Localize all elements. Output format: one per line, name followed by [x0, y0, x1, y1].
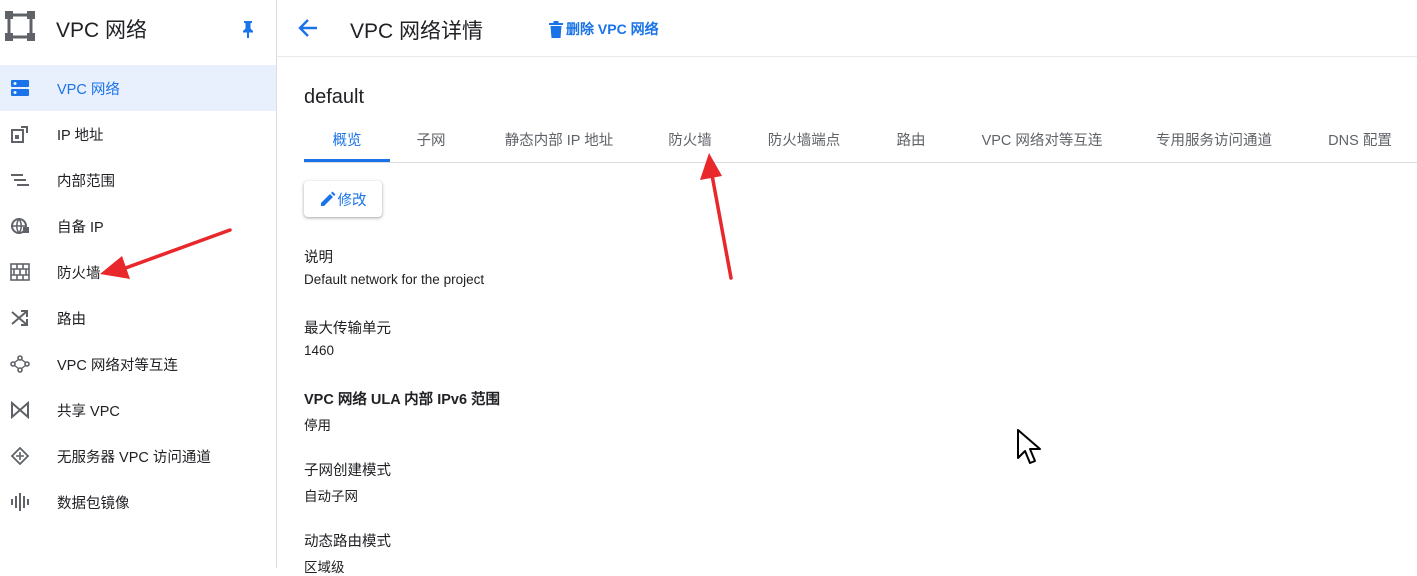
tab-firewall-endpoints[interactable]: 防火墙端点	[760, 122, 848, 162]
ip-address-icon	[11, 126, 28, 143]
sidebar-item-firewall[interactable]: 防火墙	[0, 249, 276, 295]
sidebar-item-label: 路由	[57, 311, 86, 328]
tab-firewall[interactable]: 防火墙	[660, 122, 720, 162]
pencil-icon	[320, 191, 335, 206]
vpc-product-icon	[5, 11, 35, 41]
back-arrow-icon[interactable]	[297, 17, 319, 39]
sidebar-item-label: 共享 VPC	[57, 403, 120, 420]
sidebar-item-routes[interactable]: 路由	[0, 295, 276, 341]
edit-button[interactable]: 修改	[304, 181, 382, 217]
sidebar-item-label: 数据包镜像	[57, 495, 130, 512]
vpc-network-icon	[11, 80, 29, 96]
subnet-mode-value: 自动子网	[304, 489, 358, 504]
tab-dns-config[interactable]: DNS 配置	[1324, 122, 1396, 162]
sidebar-item-label: VPC 网络	[57, 81, 120, 98]
packet-mirroring-icon	[11, 493, 29, 511]
tab-overview[interactable]: 概览	[304, 122, 390, 162]
page-title: VPC 网络详情	[350, 20, 484, 43]
tab-private-service-access[interactable]: 专用服务访问通道	[1150, 122, 1278, 162]
trash-icon	[549, 20, 563, 38]
ula-ipv6-value: 停用	[304, 418, 331, 433]
delete-vpc-button[interactable]: 删除 VPC 网络	[549, 18, 659, 40]
dynamic-routing-label: 动态路由模式	[304, 534, 391, 550]
mouse-cursor-icon	[1017, 429, 1041, 464]
tab-vpc-peering[interactable]: VPC 网络对等互连	[974, 122, 1110, 162]
dynamic-routing-value: 区域级	[304, 560, 345, 575]
sidebar-item-label: 自备 IP	[57, 219, 104, 236]
sidebar-item-vpc-networks[interactable]: VPC 网络	[0, 65, 276, 111]
sidebar-item-vpc-peering[interactable]: VPC 网络对等互连	[0, 341, 276, 387]
mtu-value: 1460	[304, 343, 335, 358]
sidebar-item-serverless-access[interactable]: 无服务器 VPC 访问通道	[0, 433, 276, 479]
sidebar-item-label: VPC 网络对等互连	[57, 357, 178, 374]
firewall-icon	[10, 263, 30, 281]
description-label: 说明	[304, 250, 333, 266]
shared-vpc-icon	[11, 401, 29, 419]
sidebar-item-internal-ranges[interactable]: 内部范围	[0, 157, 276, 203]
serverless-access-icon	[10, 447, 30, 465]
pin-icon[interactable]	[240, 20, 256, 38]
tab-static-internal-ip[interactable]: 静态内部 IP 地址	[492, 122, 626, 162]
sidebar-title: VPC 网络	[56, 19, 148, 42]
mtu-label: 最大传输单元	[304, 321, 391, 337]
byoip-globe-icon	[11, 218, 29, 234]
tab-bar: 概览 子网 静态内部 IP 地址 防火墙 防火墙端点 路由 VPC 网络对等互连…	[304, 122, 1417, 163]
peering-icon	[10, 355, 30, 373]
description-value: Default network for the project	[304, 272, 485, 287]
tab-routes[interactable]: 路由	[888, 122, 934, 162]
ula-ipv6-label: VPC 网络 ULA 内部 IPv6 范围	[304, 392, 501, 408]
tab-subnets[interactable]: 子网	[408, 122, 454, 162]
sidebar-item-label: 无服务器 VPC 访问通道	[57, 449, 211, 466]
routes-icon	[11, 310, 28, 326]
edit-label: 修改	[337, 192, 367, 209]
sidebar-item-shared-vpc[interactable]: 共享 VPC	[0, 387, 276, 433]
delete-vpc-label: 删除 VPC 网络	[566, 21, 659, 37]
sidebar-item-byoip[interactable]: 自备 IP	[0, 203, 276, 249]
sidebar-item-ip-addresses[interactable]: IP 地址	[0, 111, 276, 157]
page-header: VPC 网络详情 删除 VPC 网络	[277, 0, 1417, 57]
internal-ranges-icon	[11, 174, 29, 186]
sidebar: VPC 网络 VPC 网络 IP 地址 内部范围 自备 IP 防火墙 路由 VP…	[0, 0, 277, 568]
subnet-mode-label: 子网创建模式	[304, 463, 391, 479]
sidebar-item-label: 防火墙	[57, 265, 101, 282]
sidebar-item-label: 内部范围	[57, 173, 115, 190]
network-name: default	[304, 86, 365, 108]
sidebar-item-packet-mirroring[interactable]: 数据包镜像	[0, 479, 276, 525]
sidebar-header: VPC 网络	[0, 0, 276, 56]
annotation-arrow-tab	[700, 153, 733, 280]
sidebar-item-label: IP 地址	[57, 127, 104, 144]
